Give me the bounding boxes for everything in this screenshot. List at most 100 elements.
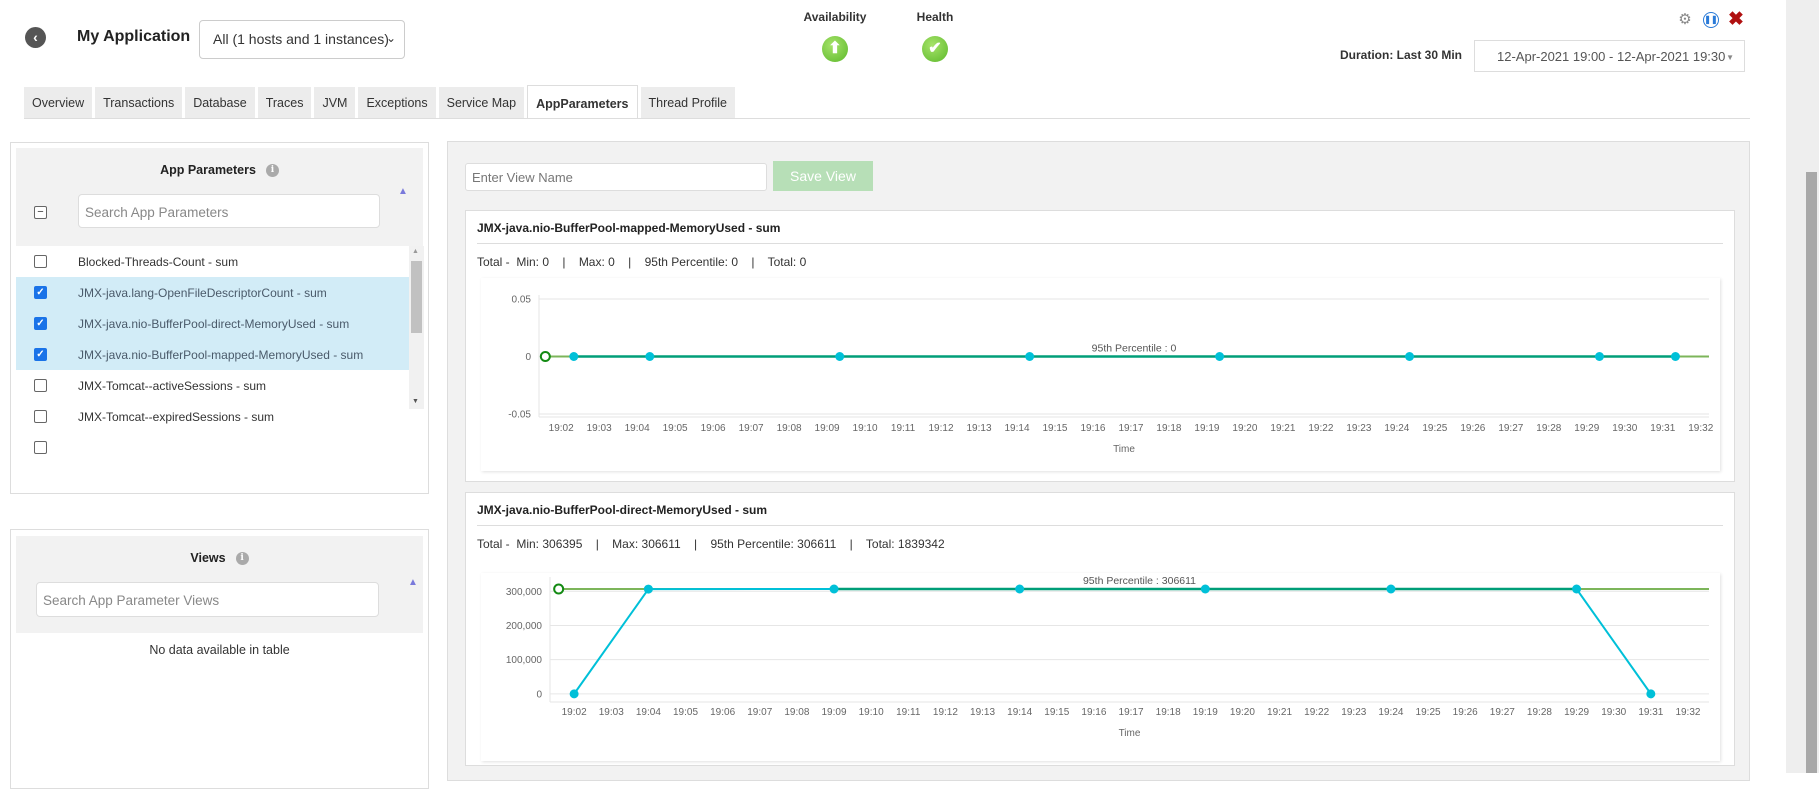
app-parameters-panel: App Parameters i − Search App Parameters … bbox=[10, 142, 429, 494]
data-point bbox=[1670, 352, 1680, 361]
arrow-up-circle-icon: ⬆ bbox=[822, 36, 848, 62]
data-point bbox=[1594, 352, 1604, 361]
x-tick-label: 19:11 bbox=[891, 423, 916, 434]
data-point bbox=[645, 352, 655, 361]
chart-container: 300,000 200,000 100,000 0 19:02 19:03 19:04 19:… bbox=[481, 573, 1720, 761]
checkbox[interactable]: ✓ bbox=[34, 348, 47, 361]
collapse-icon[interactable]: ▲ bbox=[398, 186, 408, 197]
tab-jvm[interactable]: JVM bbox=[314, 87, 356, 118]
view-name-input[interactable]: Enter View Name bbox=[465, 163, 767, 191]
list-item[interactable]: ✓ JMX-java.nio-BufferPool-direct-MemoryUs… bbox=[16, 308, 409, 339]
data-point bbox=[835, 352, 845, 361]
views-header: Views i Search App Parameter Views ▲ bbox=[16, 536, 423, 633]
date-range-value: 12-Apr-2021 19:00 - 12-Apr-2021 19:30 bbox=[1497, 49, 1726, 64]
tab-exceptions[interactable]: Exceptions bbox=[358, 87, 436, 118]
save-view-button[interactable]: Save View bbox=[773, 161, 873, 191]
list-item[interactable]: JMX-Tomcat--expiredSessions - sum bbox=[16, 401, 409, 432]
x-tick-label: 19:31 bbox=[1638, 707, 1663, 718]
select-all-checkbox[interactable]: − bbox=[34, 206, 47, 219]
list-item[interactable]: ✓ JMX-java.lang-OpenFileDescriptorCount -… bbox=[16, 277, 409, 308]
tab-overview[interactable]: Overview bbox=[24, 87, 93, 118]
list-item[interactable] bbox=[16, 432, 409, 463]
data-point bbox=[1386, 584, 1396, 594]
settings-icon[interactable]: ⚙ bbox=[1676, 11, 1694, 29]
date-range-picker[interactable]: 12-Apr-2021 19:00 - 12-Apr-2021 19:30 ▼ bbox=[1474, 40, 1745, 72]
x-tick-label: 19:04 bbox=[636, 707, 661, 718]
scroll-down-icon[interactable]: ▼ bbox=[412, 398, 419, 405]
list-item[interactable]: JMX-Tomcat--activeSessions - sum bbox=[16, 370, 409, 401]
x-tick-label: 19:11 bbox=[896, 707, 921, 718]
pause-icon[interactable]: ❚❚ bbox=[1703, 12, 1719, 28]
divider bbox=[477, 243, 1723, 244]
chart-title: JMX-java.nio-BufferPool-direct-MemoryUse… bbox=[477, 503, 768, 517]
tab-bar: Overview Transactions Database Traces JV… bbox=[24, 85, 738, 119]
checkbox[interactable] bbox=[34, 410, 47, 423]
back-button[interactable]: ‹ bbox=[25, 27, 46, 48]
series-line bbox=[573, 587, 1652, 695]
data-point bbox=[643, 584, 653, 594]
tab-database[interactable]: Database bbox=[185, 87, 255, 118]
list-item[interactable]: ✓ JMX-java.nio-BufferPool-mapped-MemoryUs… bbox=[16, 339, 409, 370]
tab-traces[interactable]: Traces bbox=[257, 87, 312, 118]
x-tick-label: 19:16 bbox=[1081, 707, 1106, 718]
list-item-label: JMX-java.nio-BufferPool-mapped-MemoryUse… bbox=[78, 348, 364, 362]
x-tick-label: 19:15 bbox=[1042, 423, 1067, 434]
x-tick-label: 19:02 bbox=[562, 707, 587, 718]
x-tick-label: 19:25 bbox=[1422, 423, 1447, 434]
collapse-icon[interactable]: ▲ bbox=[408, 577, 418, 588]
x-tick-label: 19:30 bbox=[1612, 423, 1637, 434]
x-tick-label: 19:08 bbox=[777, 423, 802, 434]
data-point bbox=[1215, 352, 1225, 361]
y-tick-label: 200,000 bbox=[506, 621, 543, 632]
x-tick-label: 19:07 bbox=[747, 707, 772, 718]
chart-stats: Total - Min: 306395 | Max: 306611 | 95th… bbox=[477, 537, 945, 551]
search-views-input[interactable]: Search App Parameter Views bbox=[36, 582, 379, 617]
x-tick-label: 19:14 bbox=[1007, 707, 1032, 718]
scrollbar-thumb[interactable] bbox=[411, 261, 422, 333]
tab-appparameters[interactable]: AppParameters bbox=[527, 85, 638, 118]
x-tick-label: 19:09 bbox=[815, 423, 840, 434]
x-tick-label: 19:27 bbox=[1498, 423, 1523, 434]
charts-panel: Enter View Name Save View JMX-java.nio-B… bbox=[447, 141, 1750, 781]
x-tick-label: 19:17 bbox=[1119, 707, 1144, 718]
checkbox[interactable] bbox=[34, 255, 47, 268]
tab-service-map[interactable]: Service Map bbox=[438, 87, 525, 118]
x-tick-label: 19:29 bbox=[1574, 423, 1599, 434]
chevron-down-icon: ⌄ bbox=[385, 31, 396, 45]
x-tick-label: 19:02 bbox=[549, 423, 574, 434]
x-tick-label: 19:23 bbox=[1346, 423, 1371, 434]
chevron-left-icon: ‹ bbox=[33, 29, 38, 45]
chart-card-direct-memory: JMX-java.nio-BufferPool-direct-MemoryUse… bbox=[465, 492, 1735, 766]
y-tick-label: -0.05 bbox=[508, 410, 531, 421]
search-app-parameters-input[interactable]: Search App Parameters bbox=[78, 194, 380, 228]
data-point bbox=[1572, 584, 1582, 594]
data-point bbox=[1025, 352, 1035, 361]
y-tick-label: 100,000 bbox=[506, 655, 543, 666]
close-icon[interactable]: ✖ bbox=[1727, 10, 1745, 29]
x-tick-label: 19:18 bbox=[1156, 423, 1181, 434]
x-tick-label: 19:17 bbox=[1118, 423, 1143, 434]
data-point bbox=[829, 584, 839, 594]
x-tick-label: 19:20 bbox=[1232, 423, 1257, 434]
tab-thread-profile[interactable]: Thread Profile bbox=[640, 87, 736, 118]
x-tick-label: 19:05 bbox=[663, 423, 688, 434]
scroll-up-icon[interactable]: ▲ bbox=[412, 248, 419, 255]
checkbox[interactable]: ✓ bbox=[34, 286, 47, 299]
page-scrollbar-thumb[interactable] bbox=[1806, 172, 1817, 773]
x-tick-label: 19:26 bbox=[1453, 707, 1478, 718]
tab-transactions[interactable]: Transactions bbox=[95, 87, 183, 118]
info-icon[interactable]: i bbox=[265, 164, 279, 178]
list-scrollbar[interactable]: ▲ ▼ bbox=[409, 246, 424, 409]
x-tick-label: 19:15 bbox=[1044, 707, 1069, 718]
x-tick-label: 19:24 bbox=[1384, 423, 1409, 434]
checkbox[interactable] bbox=[34, 441, 47, 454]
x-tick-label: 19:18 bbox=[1156, 707, 1181, 718]
app-title: My Application bbox=[77, 28, 191, 45]
host-select[interactable]: All (1 hosts and 1 instances) ⌄ bbox=[199, 20, 405, 59]
info-icon[interactable]: i bbox=[235, 552, 249, 566]
list-item[interactable]: Blocked-Threads-Count - sum bbox=[16, 246, 409, 277]
checkbox[interactable]: ✓ bbox=[34, 317, 47, 330]
list-item-label: JMX-Tomcat--expiredSessions - sum bbox=[78, 410, 275, 424]
checkbox[interactable] bbox=[34, 379, 47, 392]
x-tick-label: 19:07 bbox=[739, 423, 764, 434]
